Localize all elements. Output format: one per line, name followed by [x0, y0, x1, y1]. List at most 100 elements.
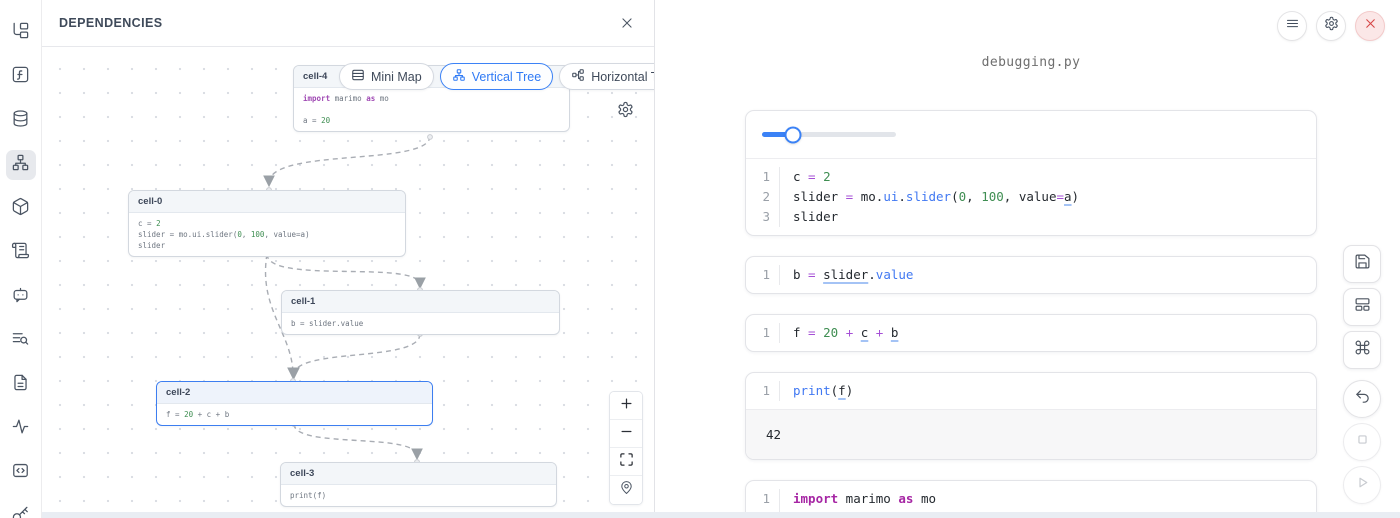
graph-node-title: cell-3: [281, 463, 556, 485]
logs-icon: [11, 329, 30, 353]
chat-icon: [11, 285, 30, 309]
dependency-graph-canvas[interactable]: cell-4import marimo as mo a = 20cell-0c …: [42, 47, 654, 518]
sidebar-item-secrets[interactable]: [6, 502, 36, 518]
save-icon: [1354, 253, 1371, 275]
documentation-icon: [11, 241, 30, 265]
graph-node-cell-3[interactable]: cell-3print(f): [280, 462, 557, 507]
sidebar-item-tracing[interactable]: [6, 414, 36, 444]
sidebar-item-variables[interactable]: [6, 62, 36, 92]
line-numbers: 1: [746, 381, 780, 401]
horizontal-tree-icon: [571, 68, 585, 85]
graph-node-title: cell-1: [282, 291, 559, 313]
plus-button[interactable]: [610, 392, 642, 420]
graph-view-toolbar: Mini Map Vertical Tree Horizontal Tree: [339, 63, 654, 90]
snippets-icon: [11, 373, 30, 397]
maximize-icon: [619, 452, 634, 472]
notebook-filename: debugging.py: [745, 55, 1317, 70]
notebook-cells: 123c = 2slider = mo.ui.slider(0, 100, va…: [745, 110, 1317, 518]
datasources-icon: [11, 109, 30, 133]
slider-thumb[interactable]: [784, 126, 801, 143]
graph-node-cell-0[interactable]: cell-0c = 2slider = mo.ui.slider(0, 100,…: [128, 190, 406, 257]
line-numbers: 123: [746, 167, 780, 227]
code-editor[interactable]: 123c = 2slider = mo.ui.slider(0, 100, va…: [746, 159, 1316, 235]
graph-node-code: c = 2slider = mo.ui.slider(0, 100, value…: [129, 213, 405, 256]
maximize-button[interactable]: [610, 448, 642, 476]
close-button[interactable]: [1355, 11, 1385, 41]
cell-b[interactable]: 1b = slider.value: [745, 256, 1317, 294]
cell-print[interactable]: 1print(f)42: [745, 372, 1317, 460]
tracing-icon: [11, 417, 30, 441]
close-icon: [1363, 16, 1378, 36]
mini-map-button[interactable]: Mini Map: [339, 63, 434, 90]
marimo-app: DEPENDENCIES cell-4import marimo as mo a…: [0, 0, 1400, 518]
code-lines: print(f): [780, 381, 1316, 401]
code-editor[interactable]: 1print(f): [746, 373, 1316, 409]
sidebar-item-code-block[interactable]: [6, 458, 36, 488]
save-button[interactable]: [1343, 245, 1381, 283]
code-editor[interactable]: 1f = 20 + c + b: [746, 315, 1316, 351]
code-block-icon: [11, 461, 30, 485]
layout-button[interactable]: [1343, 288, 1381, 326]
button-label: Horizontal Tree: [591, 70, 654, 84]
minimap-icon: [351, 68, 365, 85]
horizontal-tree-button[interactable]: Horizontal Tree: [559, 63, 654, 90]
code-lines: b = slider.value: [780, 265, 1316, 285]
sidebar-item-chat[interactable]: [6, 282, 36, 312]
sidebar-item-logs[interactable]: [6, 326, 36, 356]
sidebar-item-dependencies[interactable]: [6, 150, 36, 180]
stop-icon: [1354, 431, 1371, 453]
sidebar-item-packages[interactable]: [6, 194, 36, 224]
settings-icon: [1324, 16, 1339, 36]
pin-button[interactable]: [610, 476, 642, 504]
play-icon: [1354, 474, 1371, 496]
notebook-area: debugging.py 123c = 2slider = mo.ui.slid…: [655, 0, 1400, 518]
graph-settings-gear-icon[interactable]: [617, 101, 634, 118]
graph-node-title: cell-2: [157, 382, 432, 404]
vertical-tree-button[interactable]: Vertical Tree: [440, 63, 553, 90]
bottom-scrollbar-track[interactable]: [42, 512, 1400, 518]
button-label: Vertical Tree: [472, 70, 541, 84]
minus-button[interactable]: [610, 420, 642, 448]
line-numbers: 1: [746, 323, 780, 343]
play-button: [1343, 466, 1381, 504]
graph-node-cell-2[interactable]: cell-2f = 20 + c + b: [156, 381, 433, 426]
packages-icon: [11, 197, 30, 221]
command-icon: [1354, 339, 1371, 361]
sidebar-item-datasources[interactable]: [6, 106, 36, 136]
menu-button[interactable]: [1277, 11, 1307, 41]
cell-f[interactable]: 1f = 20 + c + b: [745, 314, 1317, 352]
graph-node-code: f = 20 + c + b: [157, 404, 432, 425]
graph-node-title: cell-0: [129, 191, 405, 213]
vertical-tree-icon: [452, 68, 466, 85]
secrets-icon: [11, 505, 30, 518]
file-tree-icon: [11, 21, 30, 45]
undo-button[interactable]: [1343, 380, 1381, 418]
button-label: Mini Map: [371, 70, 422, 84]
undo-icon: [1354, 388, 1371, 410]
line-numbers: 1: [746, 265, 780, 285]
code-editor[interactable]: 1b = slider.value: [746, 257, 1316, 293]
graph-zoom-controls: [609, 391, 643, 505]
slider-output: [746, 111, 1316, 159]
graph-node-code: import marimo as mo a = 20: [294, 88, 569, 131]
variables-icon: [11, 65, 30, 89]
close-icon[interactable]: [617, 13, 637, 33]
sidebar-item-documentation[interactable]: [6, 238, 36, 268]
plus-icon: [619, 396, 634, 416]
code-lines: c = 2slider = mo.ui.slider(0, 100, value…: [780, 167, 1316, 227]
sidebar-item-file-tree[interactable]: [6, 18, 36, 48]
menu-icon: [1285, 16, 1300, 36]
graph-node-code: print(f): [281, 485, 556, 506]
dependencies-panel: DEPENDENCIES cell-4import marimo as mo a…: [42, 0, 655, 518]
command-button[interactable]: [1343, 331, 1381, 369]
sidebar-item-snippets[interactable]: [6, 370, 36, 400]
dependencies-panel-header: DEPENDENCIES: [42, 0, 654, 47]
pin-icon: [619, 480, 634, 500]
graph-node-cell-1[interactable]: cell-1b = slider.value: [281, 290, 560, 335]
slider-track[interactable]: [762, 132, 896, 137]
settings-button[interactable]: [1316, 11, 1346, 41]
panel-title: DEPENDENCIES: [59, 16, 162, 30]
cell-slider[interactable]: 123c = 2slider = mo.ui.slider(0, 100, va…: [745, 110, 1317, 236]
cell-output: 42: [746, 409, 1316, 459]
dependencies-icon: [11, 153, 30, 177]
